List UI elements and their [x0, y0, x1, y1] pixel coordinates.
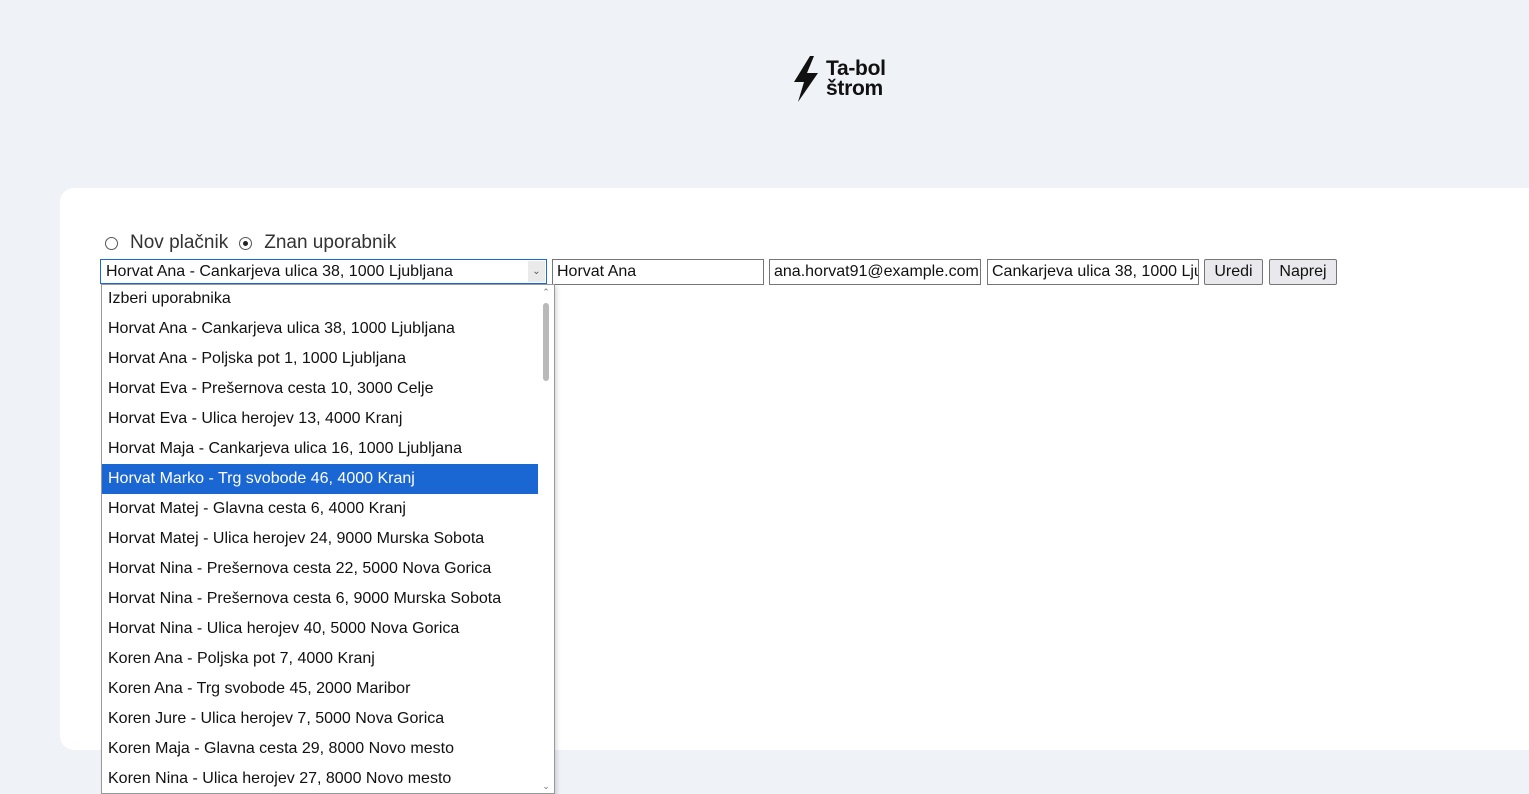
user-select-dropdown[interactable]: Izberi uporabnika Horvat Ana - Cankarjeva…	[101, 284, 555, 794]
dropdown-option[interactable]: Horvat Nina - Prešernova cesta 22, 5000 …	[102, 554, 538, 584]
edit-button[interactable]: Uredi	[1204, 259, 1263, 285]
user-select-value: Horvat Ana - Cankarjeva ulica 38, 1000 L…	[106, 263, 453, 280]
new-payer-radio[interactable]	[105, 236, 118, 250]
new-payer-label[interactable]: Nov plačnik	[130, 232, 228, 254]
dropdown-option[interactable]: Izberi uporabnika	[102, 285, 538, 314]
brand-name-line1: Ta-bol	[826, 57, 886, 80]
dropdown-option[interactable]: Koren Maja - Glavna cesta 29, 8000 Novo …	[102, 734, 538, 764]
name-field[interactable]: Horvat Ana	[552, 259, 764, 285]
user-select[interactable]: Horvat Ana - Cankarjeva ulica 38, 1000 L…	[100, 259, 547, 284]
scroll-down-icon[interactable]: ⌄	[538, 779, 554, 793]
dropdown-scrollbar[interactable]: ⌃ ⌄	[538, 285, 554, 793]
dropdown-option[interactable]: Horvat Maja - Cankarjeva ulica 16, 1000 …	[102, 434, 538, 464]
email-field[interactable]: ana.horvat91@example.com	[769, 259, 981, 285]
lightning-bolt-icon	[794, 56, 818, 102]
next-button[interactable]: Naprej	[1269, 259, 1337, 285]
known-user-label[interactable]: Znan uporabnik	[264, 232, 396, 254]
known-user-radio[interactable]	[239, 236, 253, 250]
address-field[interactable]: Cankarjeva ulica 38, 1000 Ljubljana	[987, 259, 1199, 285]
dropdown-list: Izberi uporabnika Horvat Ana - Cankarjeva…	[102, 285, 538, 793]
dropdown-option[interactable]: Horvat Marko - Trg svobode 46, 4000 Kran…	[102, 464, 538, 494]
payer-type-radio-group: Nov plačnik Znan uporabnik	[105, 231, 407, 255]
dropdown-option[interactable]: Horvat Eva - Prešernova cesta 10, 3000 C…	[102, 374, 538, 404]
scroll-up-icon[interactable]: ⌃	[538, 285, 554, 299]
dropdown-option[interactable]: Horvat Matej - Glavna cesta 6, 4000 Kran…	[102, 494, 538, 524]
dropdown-option[interactable]: Horvat Nina - Ulica herojev 40, 5000 Nov…	[102, 614, 538, 644]
dropdown-option[interactable]: Koren Nina - Ulica herojev 27, 8000 Novo…	[102, 764, 538, 793]
brand-logo: Ta-bol štrom	[790, 54, 902, 104]
dropdown-option[interactable]: Koren Jure - Ulica herojev 7, 5000 Nova …	[102, 704, 538, 734]
dropdown-option[interactable]: Horvat Matej - Ulica herojev 24, 9000 Mu…	[102, 524, 538, 554]
brand-name: Ta-bol štrom	[826, 57, 886, 100]
brand-name-line2: štrom	[826, 77, 883, 100]
dropdown-option[interactable]: Horvat Ana - Poljska pot 1, 1000 Ljublja…	[102, 344, 538, 374]
dropdown-option[interactable]: Horvat Ana - Cankarjeva ulica 38, 1000 L…	[102, 314, 538, 344]
dropdown-option[interactable]: Horvat Eva - Ulica herojev 13, 4000 Kran…	[102, 404, 538, 434]
dropdown-option[interactable]: Koren Ana - Poljska pot 7, 4000 Kranj	[102, 644, 538, 674]
dropdown-option[interactable]: Koren Ana - Trg svobode 45, 2000 Maribor	[102, 674, 538, 704]
dropdown-option[interactable]: Horvat Nina - Prešernova cesta 6, 9000 M…	[102, 584, 538, 614]
chevron-down-icon[interactable]: ⌄	[528, 261, 545, 282]
scrollbar-thumb[interactable]	[543, 303, 549, 381]
